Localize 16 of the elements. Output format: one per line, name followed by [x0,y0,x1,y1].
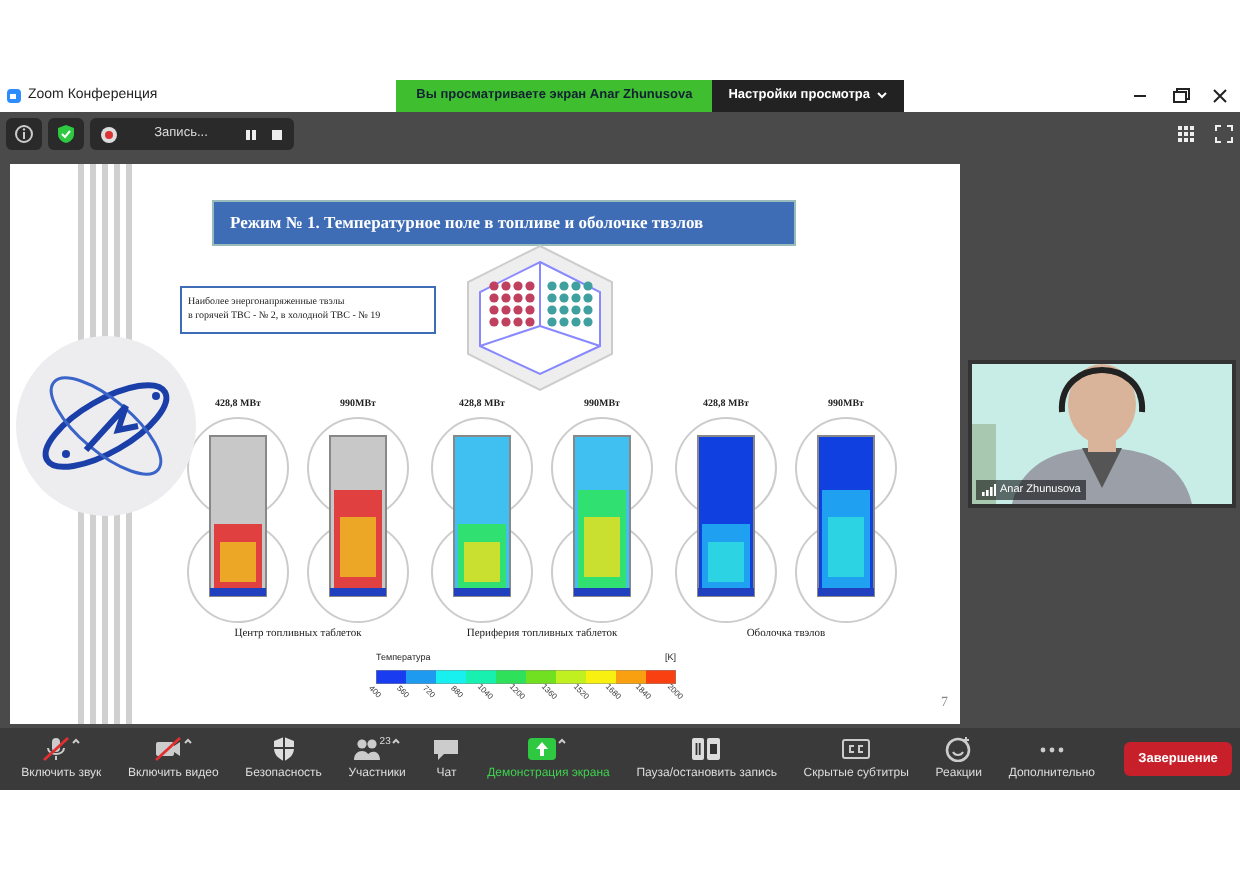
caret-icon [390,735,403,745]
caret-icon [876,89,888,100]
zoom-icon [6,88,22,104]
caret-icon [556,735,569,745]
slide-title: Режим № 1. Температурное поле в топливе и оболочке твэлов [212,200,796,246]
grid-view-icon[interactable] [1176,124,1196,144]
fullscreen-icon[interactable] [1214,124,1234,144]
stop-icon[interactable] [270,127,284,141]
signal-icon [982,483,996,496]
shield-icon[interactable] [56,124,76,144]
caret-icon [181,735,194,745]
info-icon[interactable] [14,124,34,144]
pause-icon[interactable] [244,127,258,141]
caret-icon [69,735,82,745]
logo-icon [14,334,198,518]
record-icon [100,125,118,143]
